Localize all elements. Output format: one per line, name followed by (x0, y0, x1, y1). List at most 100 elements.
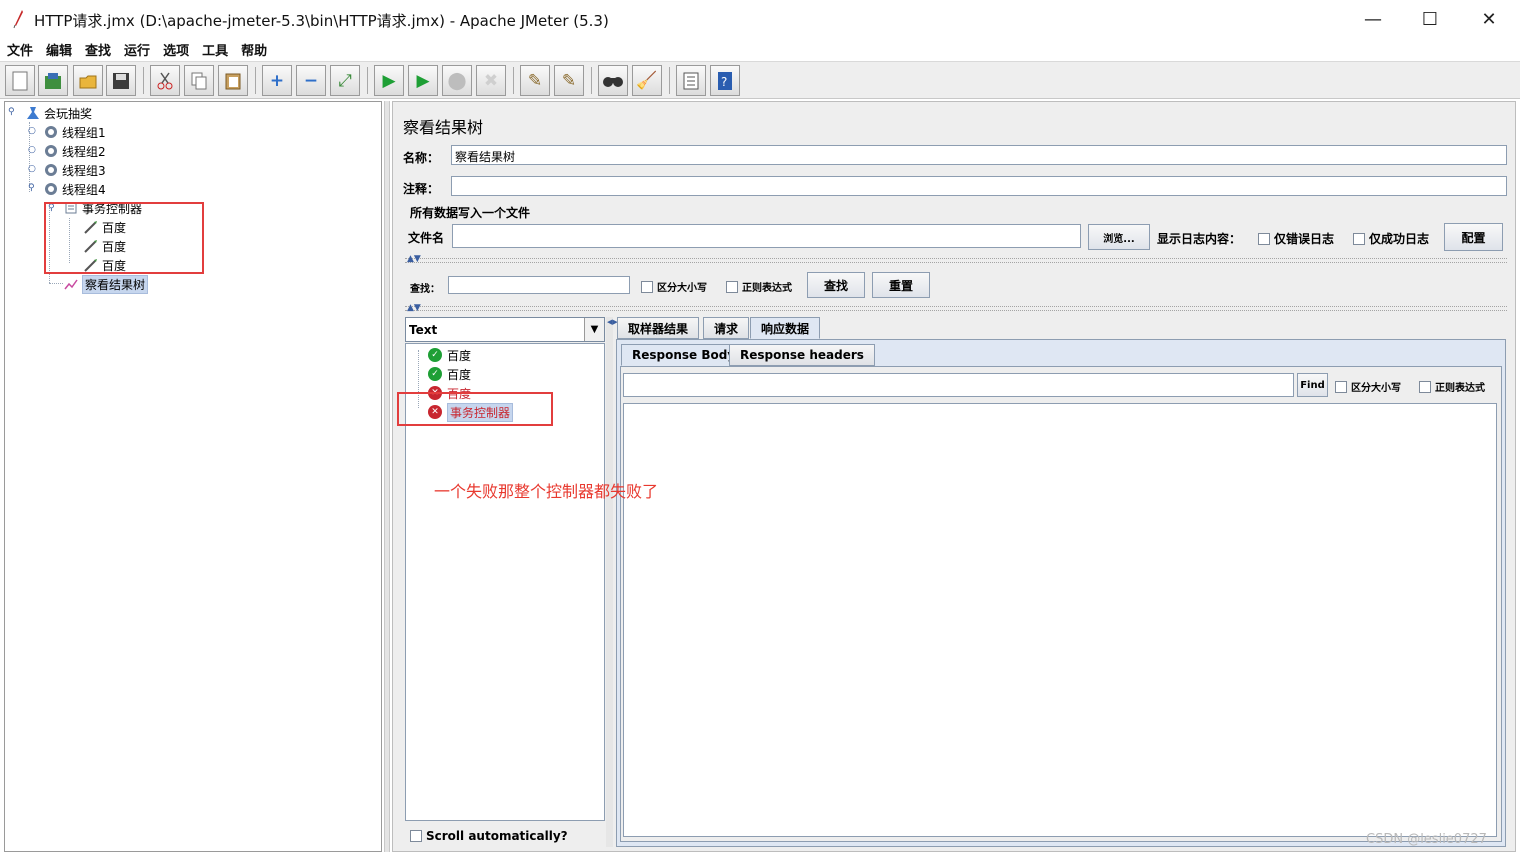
help-icon[interactable]: ? (710, 65, 740, 96)
stop-icon[interactable]: ⬤ (442, 65, 472, 96)
filename-field[interactable] (452, 224, 1081, 248)
checkbox-box[interactable] (1419, 380, 1431, 393)
filename-label: 文件名 (408, 231, 445, 245)
browse-button[interactable]: 浏览... (1088, 224, 1150, 250)
response-search-input[interactable] (623, 373, 1294, 397)
tree-node-test-plan[interactable]: 会玩抽奖 (25, 104, 92, 122)
tab-response-body[interactable]: Response Body (621, 344, 747, 366)
shutdown-icon[interactable]: ✖ (476, 65, 506, 96)
tree-node-thread-group-4[interactable]: 线程组4 (43, 180, 106, 198)
tree-node-label: 察看结果树 (82, 274, 149, 294)
checkbox-label: 仅错误日志 (1274, 232, 1335, 246)
close-button[interactable]: ✕ (1460, 0, 1518, 38)
split-pane-divider[interactable] (606, 317, 613, 847)
expand-toggle[interactable]: ⚲ (8, 108, 17, 117)
paste-icon[interactable] (218, 65, 248, 96)
split-pane-divider[interactable] (384, 101, 390, 852)
checkbox-label: Scroll automatically? (426, 829, 568, 843)
tree-node-thread-group-2[interactable]: 线程组2 (43, 142, 106, 160)
search-input[interactable] (448, 276, 630, 294)
menu-run[interactable]: 运行 (124, 40, 150, 59)
collapse-icon[interactable]: − (296, 65, 326, 96)
save-icon[interactable] (106, 65, 136, 96)
toggle-icon[interactable]: ⤢ (330, 65, 360, 96)
reset-button[interactable]: 重置 (872, 272, 930, 298)
clear-all-icon[interactable]: ✎ (554, 65, 584, 96)
gear-icon (43, 162, 59, 178)
menu-file[interactable]: 文件 (7, 40, 33, 59)
tree-node-view-results-tree[interactable]: 察看结果树 (63, 274, 149, 294)
result-item[interactable]: ✓ 百度 (428, 365, 471, 383)
expand-toggle[interactable]: ○ (28, 127, 37, 136)
divider (405, 306, 1507, 311)
response-case-sensitive-checkbox[interactable]: 区分大小写 (1335, 379, 1401, 394)
collapse-arrows-icon[interactable]: ▲▼ (407, 303, 421, 313)
maximize-button[interactable]: ☐ (1401, 0, 1459, 38)
clear-icon[interactable]: ✎ (520, 65, 550, 96)
checkbox-label: 仅成功日志 (1369, 232, 1430, 246)
find-button[interactable]: 查找 (807, 272, 865, 298)
toolbar: + − ⤢ ▶ ▶ ⬤ ✖ ✎ ✎ 🧹 ? (0, 61, 1520, 99)
toolbar-separator (255, 67, 256, 94)
minimize-button[interactable]: — (1344, 0, 1402, 38)
comment-field[interactable] (451, 176, 1507, 196)
renderer-select[interactable]: Text ▼ (405, 317, 605, 342)
function-helper-icon[interactable] (676, 65, 706, 96)
search-icon[interactable] (598, 65, 628, 96)
checkbox-box[interactable] (726, 280, 738, 293)
menu-tools[interactable]: 工具 (202, 40, 228, 59)
scroll-automatically-checkbox[interactable]: Scroll automatically? (410, 829, 568, 843)
menu-help[interactable]: 帮助 (241, 40, 267, 59)
tree-node-thread-group-3[interactable]: 线程组3 (43, 161, 106, 179)
response-regex-checkbox[interactable]: 正则表达式 (1419, 379, 1485, 394)
open-icon[interactable] (73, 65, 103, 96)
expand-toggle[interactable]: ○ (28, 146, 37, 155)
search-label: 查找： (410, 284, 440, 295)
checkbox-box[interactable] (1353, 232, 1365, 245)
response-find-button[interactable]: Find (1297, 373, 1328, 397)
checkbox-box[interactable] (410, 830, 422, 842)
start-icon[interactable]: ▶ (374, 65, 404, 96)
result-label: 百度 (447, 348, 472, 363)
copy-icon[interactable] (184, 65, 214, 96)
checkbox-box[interactable] (1335, 380, 1347, 393)
regex-checkbox[interactable]: 正则表达式 (726, 279, 792, 294)
configure-button[interactable]: 配置 (1444, 223, 1503, 251)
cut-icon[interactable] (150, 65, 180, 96)
new-icon[interactable] (5, 65, 35, 96)
tab-request[interactable]: 请求 (703, 317, 750, 339)
name-field[interactable]: 察看结果树 (451, 145, 1507, 165)
case-sensitive-checkbox[interactable]: 区分大小写 (641, 279, 707, 294)
tab-response-headers[interactable]: Response headers (729, 344, 875, 366)
expand-icon[interactable]: + (262, 65, 292, 96)
menu-bar: 文件 编辑 查找 运行 选项 工具 帮助 (0, 38, 1520, 60)
checkbox-label: 正则表达式 (742, 283, 792, 294)
collapse-arrows-icon[interactable]: ▲▼ (407, 254, 421, 264)
expand-toggle[interactable]: ⚲ (28, 184, 37, 193)
checkbox-box[interactable] (1258, 232, 1270, 245)
menu-search[interactable]: 查找 (85, 40, 111, 59)
errors-only-checkbox[interactable]: 仅错误日志 (1258, 230, 1334, 247)
tree-node-label: 线程组1 (62, 125, 106, 140)
success-only-checkbox[interactable]: 仅成功日志 (1353, 230, 1429, 247)
menu-options[interactable]: 选项 (163, 40, 189, 59)
menu-edit[interactable]: 编辑 (46, 40, 72, 59)
chevron-down-icon[interactable]: ▼ (584, 318, 604, 341)
checkbox-label: 区分大小写 (1351, 383, 1401, 394)
annotation-text: 一个失败那整个控制器都失败了 (434, 482, 659, 501)
templates-icon[interactable] (38, 65, 68, 96)
tree-node-label: 线程组4 (62, 182, 106, 197)
checkbox-box[interactable] (641, 280, 653, 293)
file-section-label: 所有数据写入一个文件 (410, 206, 531, 220)
highlight-box (397, 392, 553, 426)
result-item[interactable]: ✓ 百度 (428, 346, 471, 364)
reset-search-icon[interactable]: 🧹 (632, 65, 662, 96)
start-no-pause-icon[interactable]: ▶ (408, 65, 438, 96)
toolbar-separator (143, 67, 144, 94)
tab-sampler-result[interactable]: 取样器结果 (617, 317, 700, 339)
response-body-text[interactable] (623, 403, 1497, 837)
expand-toggle[interactable]: ○ (28, 165, 37, 174)
tab-response-data[interactable]: 响应数据 (750, 317, 821, 339)
highlight-box (44, 202, 204, 274)
tree-node-thread-group-1[interactable]: 线程组1 (43, 123, 106, 141)
